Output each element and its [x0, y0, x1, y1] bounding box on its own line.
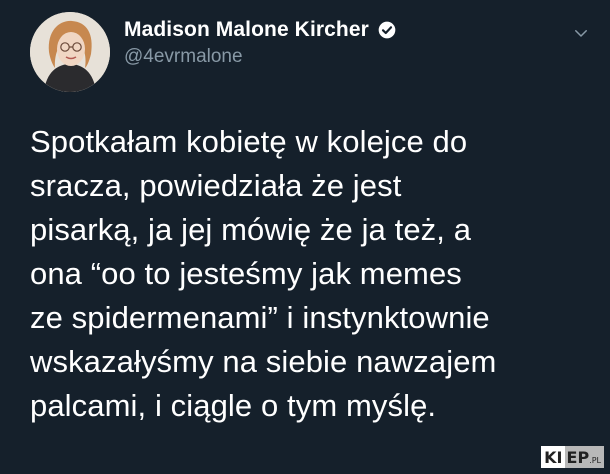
avatar[interactable] [30, 12, 110, 92]
watermark-part2: EP.PL [564, 446, 604, 468]
verified-badge-icon [377, 20, 397, 40]
kiep-watermark-logo: KI EP.PL [541, 446, 604, 468]
watermark-part1: KI [541, 446, 565, 468]
tweet-card: Madison Malone Kircher @4evrmalone Spotk… [0, 0, 610, 474]
watermark-part2-text: EP [566, 448, 590, 467]
tweet-text: Spotkałam kobietę w kolejce do sracza, p… [30, 124, 497, 423]
author-names: Madison Malone Kircher @4evrmalone [124, 18, 397, 68]
chevron-down-icon[interactable] [572, 24, 590, 42]
profile-photo [30, 12, 110, 92]
tweet-header: Madison Malone Kircher @4evrmalone [30, 12, 590, 92]
watermark-suffix: .PL [589, 456, 601, 465]
display-name[interactable]: Madison Malone Kircher [124, 18, 369, 42]
name-row: Madison Malone Kircher [124, 18, 397, 42]
author-handle[interactable]: @4evrmalone [124, 46, 397, 68]
